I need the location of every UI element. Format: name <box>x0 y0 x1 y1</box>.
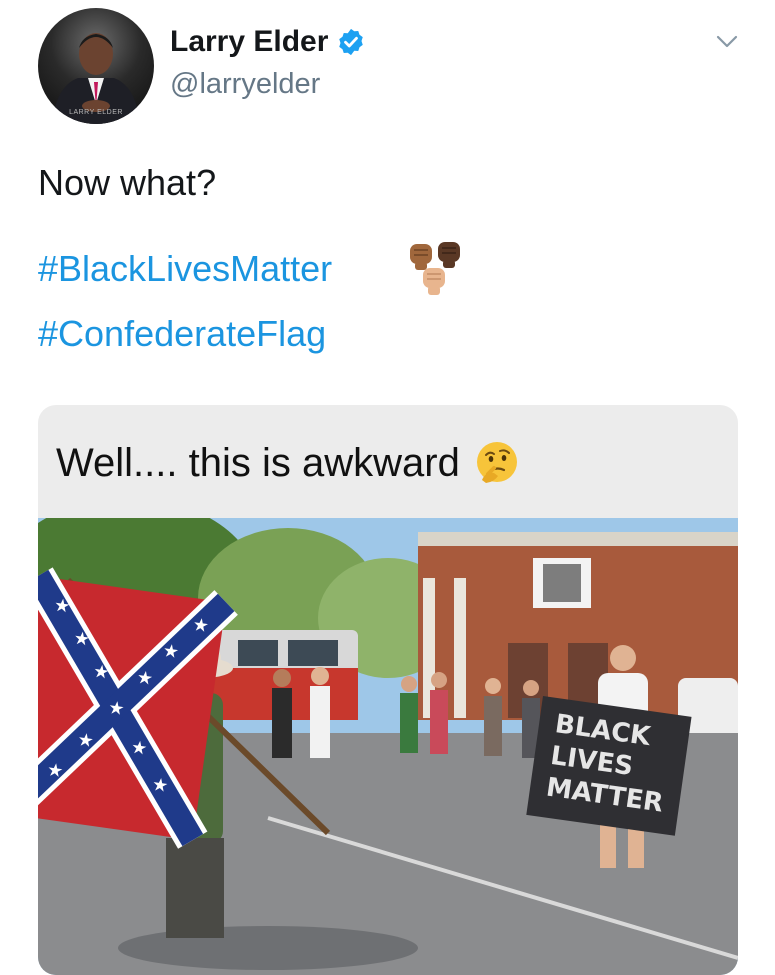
verified-badge-icon <box>339 28 364 56</box>
svg-text:★: ★ <box>76 729 95 752</box>
thinking-face-icon <box>476 442 517 483</box>
media-card[interactable]: Well.... this is awkward ★ ★ ★ ★ ★ ★ ★ ★… <box>38 405 738 975</box>
svg-text:★: ★ <box>135 667 154 690</box>
meme-caption: Well.... this is awkward <box>56 440 520 486</box>
tweet-header: LARRY ELDER Larry Elder @larryelder <box>0 0 775 130</box>
protest-photo: ★ ★ ★ ★ ★ ★ ★ ★ ★ ★ ★ ★ BLACK LIVES MATT… <box>38 518 738 975</box>
hashtag-link[interactable]: #ConfederateFlag <box>38 313 326 355</box>
display-name[interactable]: Larry Elder <box>170 25 328 59</box>
meme-caption-text: Well.... this is awkward <box>56 440 460 485</box>
raised-fists-icon <box>410 242 460 295</box>
user-handle[interactable]: @larryelder <box>170 68 320 101</box>
svg-text:★: ★ <box>161 640 180 663</box>
tweet-text: Now what? <box>38 162 217 203</box>
chevron-down-icon[interactable] <box>712 26 742 56</box>
avatar-caption: LARRY ELDER <box>69 109 123 116</box>
svg-text:★: ★ <box>53 595 72 618</box>
svg-text:★: ★ <box>46 759 65 782</box>
hashtag-link[interactable]: #BlackLivesMatter <box>38 248 332 290</box>
svg-text:★: ★ <box>72 628 91 651</box>
svg-text:★: ★ <box>92 661 111 684</box>
avatar[interactable]: LARRY ELDER <box>38 8 154 124</box>
svg-text:★: ★ <box>151 774 170 797</box>
name-row: Larry Elder <box>170 22 366 62</box>
svg-text:★: ★ <box>107 697 126 720</box>
avatar-portrait-icon <box>52 33 140 124</box>
svg-text:★: ★ <box>191 614 210 637</box>
svg-text:★: ★ <box>130 737 149 760</box>
